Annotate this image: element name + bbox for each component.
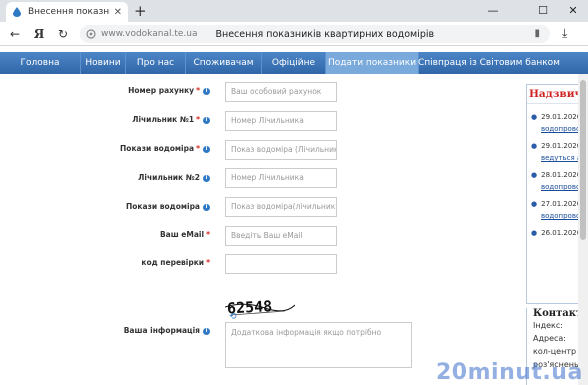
nav-label: Співпраця із Світовим банком [418, 58, 560, 68]
info-icon: i [203, 145, 210, 153]
reading2-input[interactable]: Показ водоміра(лічильник [225, 197, 337, 217]
info-icon: i [203, 327, 210, 335]
page-title-in-bar: Внесення показників квартирних водомірів [215, 28, 435, 40]
nav-consumers[interactable]: Споживачам [186, 52, 262, 74]
list-item[interactable]: ● 28.01.2020 водопрово [531, 169, 581, 193]
browser-tab[interactable]: Внесення показників к ✕ [6, 2, 128, 22]
nav-label: Новини [85, 58, 121, 68]
email-input[interactable]: Введіть Ваш eMail [225, 226, 337, 246]
nav-label: Головна [20, 58, 60, 68]
nav-submit-readings[interactable]: Подати показники [326, 52, 419, 74]
nav-world-bank[interactable]: Співпраця із Світовим банком [418, 52, 560, 74]
nav-label: Офіційне [271, 58, 316, 68]
site-nav: Головна Новини Про нас Споживачам Офіцій… [0, 52, 588, 74]
yandex-logo-icon[interactable]: Я [30, 25, 48, 43]
watermark: 20minut.ua [436, 360, 583, 385]
nav-official[interactable]: Офіційне [262, 52, 326, 74]
scrollbar[interactable] [578, 74, 588, 385]
info-textarea[interactable]: Додаткова інформація якщо потрібно [225, 322, 412, 368]
email-label: Ваш eMail * [159, 230, 210, 239]
url-text: www.vodokanal.te.ua [101, 29, 198, 39]
meter2-label: Лічильник №2 i [138, 173, 210, 182]
info-icon: i [203, 174, 210, 182]
refresh-captcha-icon[interactable]: ⟲ [229, 312, 237, 322]
reading2-label: Покази водоміра i [126, 202, 210, 211]
info-label: Ваша інформація i [124, 326, 210, 335]
reload-icon[interactable]: ↻ [54, 25, 72, 43]
water-drop-icon [12, 7, 22, 17]
news-panel-title: Надзвича [527, 85, 585, 104]
tab-title: Внесення показників к [28, 7, 110, 17]
reading1-input[interactable]: Показ водоміра (Лічильник [225, 140, 337, 160]
captcha-input[interactable] [225, 254, 337, 274]
address-bar: ← Я ↻ www.vodokanal.te.ua Внесення показ… [0, 22, 588, 46]
nav-about[interactable]: Про нас [126, 52, 186, 74]
list-item[interactable]: ● 29.01.2020 водопрово [531, 111, 581, 135]
account-input[interactable]: Ваш особовий рахунок [225, 82, 337, 102]
tab-strip: Внесення показників к ✕ + — ☐ ✕ [0, 0, 588, 22]
account-label: Номер рахунку * i [128, 86, 210, 95]
list-item[interactable]: ● 26.01.2020 [531, 227, 581, 239]
back-icon[interactable]: ← [6, 25, 24, 43]
nav-label: Споживачам [193, 58, 254, 68]
minimize-icon[interactable]: — [478, 0, 508, 20]
nav-label: Подати показники [327, 58, 417, 68]
download-icon[interactable]: ⤓ [562, 26, 567, 41]
info-icon: i [203, 116, 210, 124]
new-tab-icon[interactable]: + [134, 2, 147, 20]
nav-label: Про нас [136, 58, 175, 68]
info-icon: i [203, 87, 210, 95]
close-window-icon[interactable]: ✕ [558, 0, 588, 20]
maximize-icon[interactable]: ☐ [528, 0, 558, 20]
captcha-label: код перевірки * [141, 258, 210, 267]
meter2-input[interactable]: Номер Лічильника [225, 168, 337, 188]
lock-icon [86, 29, 96, 39]
close-tab-icon[interactable]: ✕ [114, 7, 122, 18]
url-field[interactable]: www.vodokanal.te.ua Внесення показників … [80, 25, 550, 43]
nav-home[interactable]: Головна [0, 52, 81, 74]
nav-news[interactable]: Новини [81, 52, 126, 74]
list-item[interactable]: ● 27.01.2020 водопрово [531, 198, 581, 222]
meter1-label: Лічильник №1 * i [132, 115, 210, 124]
info-icon: i [203, 203, 210, 211]
scrollbar-thumb[interactable] [580, 80, 586, 240]
emergency-news-panel: Надзвича ● 29.01.2020 водопрово ● 29.01.202… [526, 84, 586, 304]
reading1-label: Покази водоміра * i [120, 144, 210, 153]
meter1-input[interactable]: Номер Лічильника [225, 111, 337, 131]
bookmark-icon[interactable]: ▮ [534, 28, 540, 39]
